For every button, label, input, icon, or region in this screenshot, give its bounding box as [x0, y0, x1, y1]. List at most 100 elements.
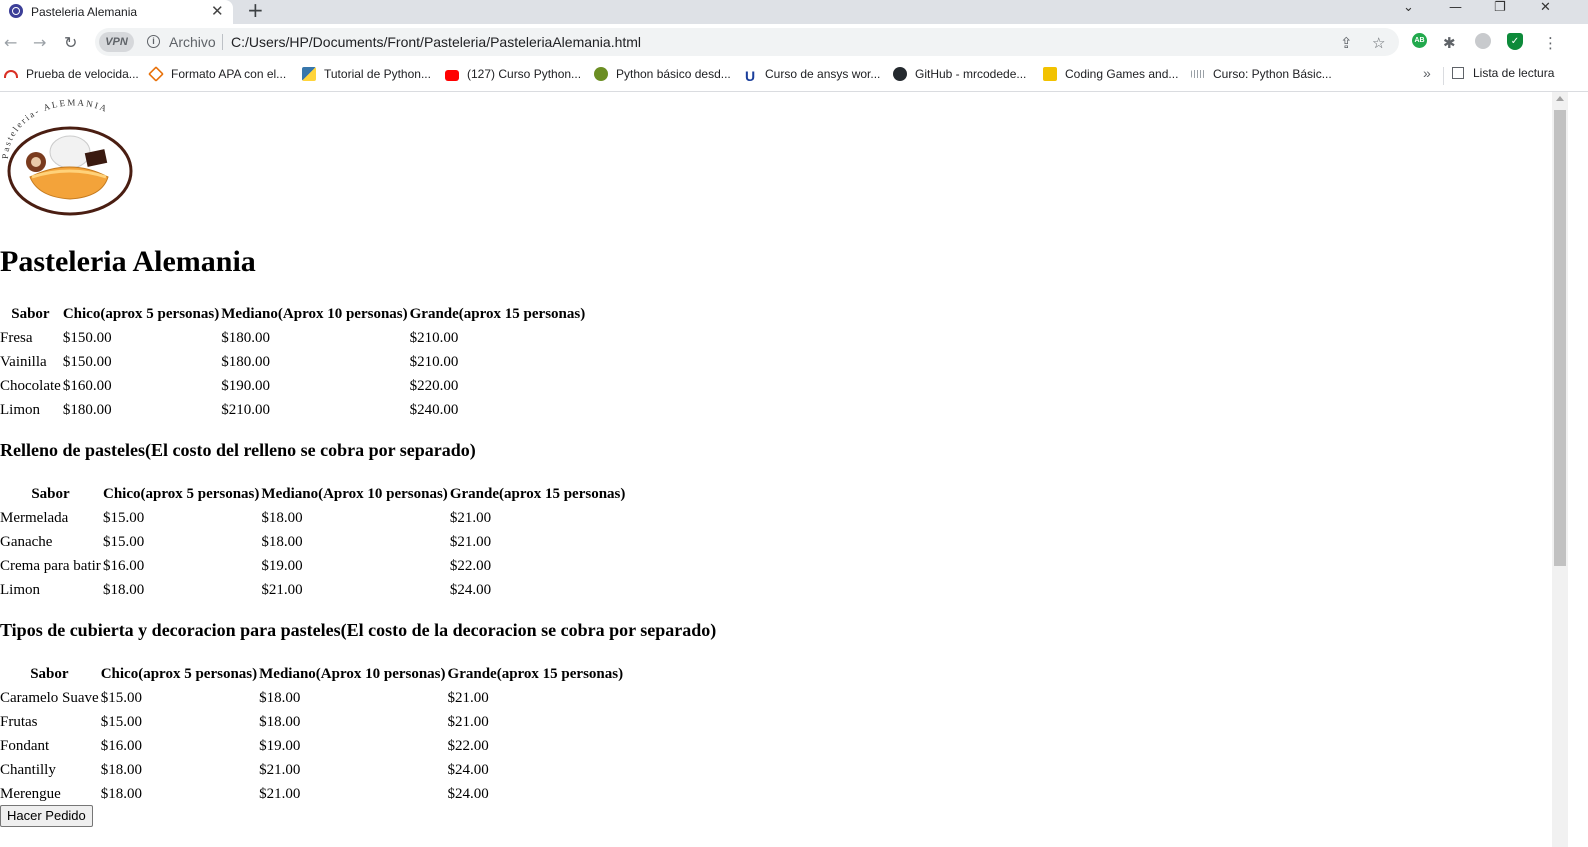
price-cell: $150.00 [62, 353, 112, 370]
price-cell: $19.00 [261, 557, 303, 574]
toppings-table: Sabor Chico(aprox 5 personas) Mediano(Ap… [0, 662, 625, 806]
price-cell: $15.00 [100, 713, 142, 730]
price-cell: $18.00 [100, 761, 142, 778]
price-cell: $160.00 [62, 377, 112, 394]
price-cell: $15.00 [100, 689, 142, 706]
forward-icon[interactable]: → [33, 33, 46, 52]
shield-extension-icon[interactable]: ✓ [1507, 33, 1523, 50]
vertical-scrollbar[interactable] [1552, 92, 1568, 847]
table-row: Crema para batir $16.00 $19.00 $22.00 [0, 554, 625, 578]
bookmark-item[interactable]: GitHub - mrcodede... [893, 67, 1026, 81]
price-cell: $180.00 [221, 329, 270, 346]
price-cell: $210.00 [409, 329, 459, 346]
share-icon[interactable]: ⇪ [1340, 34, 1353, 52]
divider [1443, 67, 1444, 85]
column-header: Mediano(Aprox 10 personas) [261, 485, 448, 502]
browser-toolbar: ← → ↻ VPN i Archivo C:/Users/HP/Document… [0, 24, 1588, 61]
browser-tab[interactable]: Pasteleria Alemania ✕ [0, 0, 233, 24]
column-header: Sabor [11, 305, 50, 322]
price-cell: $210.00 [221, 401, 270, 418]
more-bookmarks-icon[interactable]: » [1423, 65, 1431, 81]
bookmark-item[interactable]: Python básico desd... [594, 67, 731, 81]
tab-title: Pasteleria Alemania [31, 5, 138, 19]
bookmarks-bar: Prueba de velocida... Formato APA con el… [0, 61, 1588, 92]
turtle-icon [594, 67, 608, 81]
flavor-cell: Merengue [0, 785, 61, 802]
codingame-icon [1043, 67, 1057, 81]
price-cell: $220.00 [409, 377, 459, 394]
price-cell: $18.00 [259, 689, 301, 706]
price-cell: $240.00 [409, 401, 459, 418]
bookmark-item[interactable]: U Curso de ansys wor... [745, 67, 880, 84]
security-label[interactable]: Archivo [169, 34, 216, 50]
close-window-icon[interactable]: ✕ [1540, 0, 1551, 15]
fillings-table: Sabor Chico(aprox 5 personas) Mediano(Ap… [0, 482, 627, 602]
table-row: Ganache $15.00 $18.00 $21.00 [0, 530, 625, 554]
reload-icon[interactable]: ↻ [64, 33, 77, 52]
info-icon[interactable]: i [147, 35, 160, 48]
price-cell: $24.00 [449, 581, 492, 598]
table-row: Frutas $15.00 $18.00 $21.00 [0, 710, 623, 734]
bookmark-item[interactable]: (127) Curso Python... [445, 67, 581, 81]
close-tab-icon[interactable]: ✕ [211, 2, 224, 20]
divider [222, 34, 223, 50]
fillings-title: Relleno de pasteles(El costo del relleno… [0, 440, 476, 460]
price-cell: $18.00 [261, 533, 303, 550]
column-header: Chico(aprox 5 personas) [103, 485, 260, 502]
price-cell: $24.00 [447, 785, 489, 802]
python-icon [302, 67, 316, 81]
globe-icon [9, 4, 23, 18]
new-tab-icon[interactable]: + [247, 0, 264, 22]
adblock-extension-icon[interactable]: AB [1412, 33, 1427, 48]
order-button[interactable]: Hacer Pedido [0, 805, 93, 827]
reading-list-icon [1452, 67, 1464, 79]
price-cell: $21.00 [447, 689, 489, 706]
minimize-icon[interactable]: — [1449, 0, 1462, 15]
bookmark-item[interactable]: Curso: Python Básic... [1191, 67, 1332, 81]
bookmark-item[interactable]: Prueba de velocida... [4, 67, 139, 81]
column-header: Sabor [30, 665, 69, 682]
flavor-cell: Frutas [0, 713, 38, 730]
bookmark-item[interactable]: Tutorial de Python... [302, 67, 431, 81]
price-cell: $190.00 [221, 377, 270, 394]
column-header: Grande(aprox 15 personas) [409, 305, 586, 322]
bakery-logo: Pasteleria- ALEMANIA [0, 97, 144, 217]
window-edge [1568, 92, 1588, 847]
column-header: Grande(aprox 15 personas) [449, 485, 626, 502]
mortarboard-icon [148, 66, 164, 82]
menu-kebab-icon[interactable]: ⋮ [1543, 34, 1558, 52]
bookmark-item[interactable]: Formato APA con el... [148, 66, 286, 82]
price-cell: $18.00 [261, 509, 303, 526]
table-row: Vainilla $150.00 $180.00 $210.00 [0, 350, 585, 374]
scroll-up-icon[interactable] [1556, 96, 1564, 101]
extensions-puzzle-icon[interactable]: ✱ [1443, 34, 1456, 52]
url-text[interactable]: C:/Users/HP/Documents/Front/Pasteleria/P… [231, 34, 641, 50]
restore-icon[interactable]: ❐ [1494, 0, 1506, 15]
flavor-cell: Chocolate [0, 377, 61, 394]
table-row: Limon $18.00 $21.00 $24.00 [0, 578, 625, 602]
price-cell: $21.00 [261, 581, 303, 598]
column-header: Grande(aprox 15 personas) [447, 665, 624, 682]
flavor-cell: Limon [0, 581, 40, 598]
column-header: Mediano(Aprox 10 personas) [259, 665, 446, 682]
table-row: Fresa $150.00 $180.00 $210.00 [0, 326, 585, 350]
scrollbar-thumb[interactable] [1554, 110, 1566, 566]
price-cell: $15.00 [103, 533, 145, 550]
price-cell: $18.00 [259, 713, 301, 730]
tab-search-icon[interactable]: ⌄ [1403, 0, 1414, 15]
flavor-cell: Fondant [0, 737, 50, 754]
flavor-cell: Ganache [0, 533, 53, 550]
flavor-cell: Mermelada [0, 509, 69, 526]
column-header: Chico(aprox 5 personas) [62, 305, 220, 322]
profile-avatar-icon[interactable] [1475, 33, 1491, 49]
bookmark-item[interactable]: Coding Games and... [1043, 67, 1178, 81]
price-cell: $22.00 [449, 557, 492, 574]
back-icon[interactable]: ← [4, 33, 17, 52]
vpn-badge[interactable]: VPN [99, 32, 134, 52]
price-cell: $16.00 [100, 737, 142, 754]
bookmark-star-icon[interactable]: ☆ [1372, 34, 1385, 52]
speedometer-icon [4, 70, 18, 78]
price-cell: $180.00 [62, 401, 112, 418]
reading-list-button[interactable]: Lista de lectura [1452, 66, 1554, 80]
price-cell: $18.00 [103, 581, 145, 598]
